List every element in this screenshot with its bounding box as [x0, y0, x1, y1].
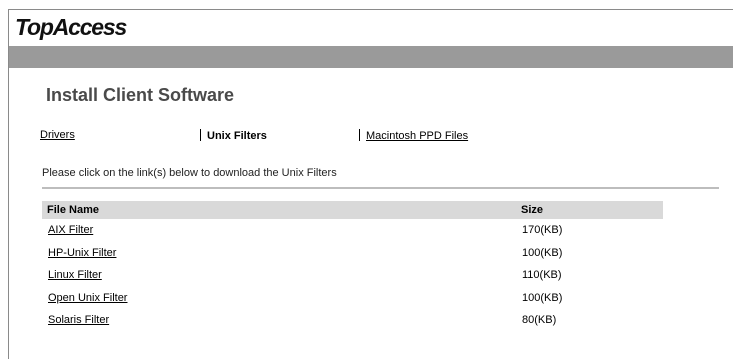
tab-separator	[200, 129, 201, 141]
tab-bar: Drivers Unix Filters Macintosh PPD Files	[9, 129, 733, 145]
table-row: HP-Unix Filter 100(KB)	[42, 242, 663, 265]
file-size-cell: 100(KB)	[522, 291, 563, 304]
main-frame: TopAccess Install Client Software Driver…	[8, 9, 733, 359]
tab-unix-filters[interactable]: Unix Filters	[200, 129, 267, 142]
topaccess-logo: TopAccess	[15, 14, 127, 40]
file-link-hp-unix[interactable]: HP-Unix Filter	[48, 247, 116, 259]
file-name-cell: HP-Unix Filter	[42, 242, 516, 265]
file-size-cell: 110(KB)	[522, 269, 562, 282]
instruction-text: Please click on the link(s) below to dow…	[42, 167, 337, 179]
file-size-cell: 80(KB)	[522, 314, 557, 327]
header-band	[9, 46, 733, 68]
column-header-size: Size	[516, 201, 663, 219]
file-name-cell: AIX Filter	[42, 219, 516, 242]
tab-separator	[359, 129, 360, 141]
file-size-cell: 170(KB)	[522, 224, 563, 237]
tab-macintosh-ppd[interactable]: Macintosh PPD Files	[359, 129, 468, 142]
file-link-aix[interactable]: AIX Filter	[48, 224, 93, 236]
tab-unix-filters-label: Unix Filters	[207, 130, 267, 142]
file-name-cell: Solaris Filter	[42, 309, 516, 332]
file-size-cell: 100(KB)	[522, 246, 563, 259]
file-name-cell: Linux Filter	[42, 264, 516, 287]
file-name-cell: Open Unix Filter	[42, 287, 516, 310]
tab-drivers[interactable]: Drivers	[40, 129, 75, 141]
file-link-solaris[interactable]: Solaris Filter	[48, 314, 109, 326]
column-header-file-name: File Name	[42, 201, 516, 219]
table-row: AIX Filter 170(KB)	[42, 219, 663, 242]
tab-drivers-link[interactable]: Drivers	[40, 129, 75, 141]
table-row: Solaris Filter 80(KB)	[42, 309, 663, 332]
table-row: Linux Filter 110(KB)	[42, 264, 663, 287]
logo-bar: TopAccess	[9, 10, 733, 46]
files-table: File Name Size AIX Filter 170(KB) HP-Uni…	[42, 201, 663, 332]
tab-macintosh-ppd-link[interactable]: Macintosh PPD Files	[366, 130, 468, 142]
page-title: Install Client Software	[46, 85, 235, 105]
table-row: Open Unix Filter 100(KB)	[42, 287, 663, 310]
file-link-linux[interactable]: Linux Filter	[48, 269, 102, 281]
divider	[42, 187, 719, 189]
table-header-row: File Name Size	[42, 201, 663, 219]
file-link-open-unix[interactable]: Open Unix Filter	[48, 292, 127, 304]
